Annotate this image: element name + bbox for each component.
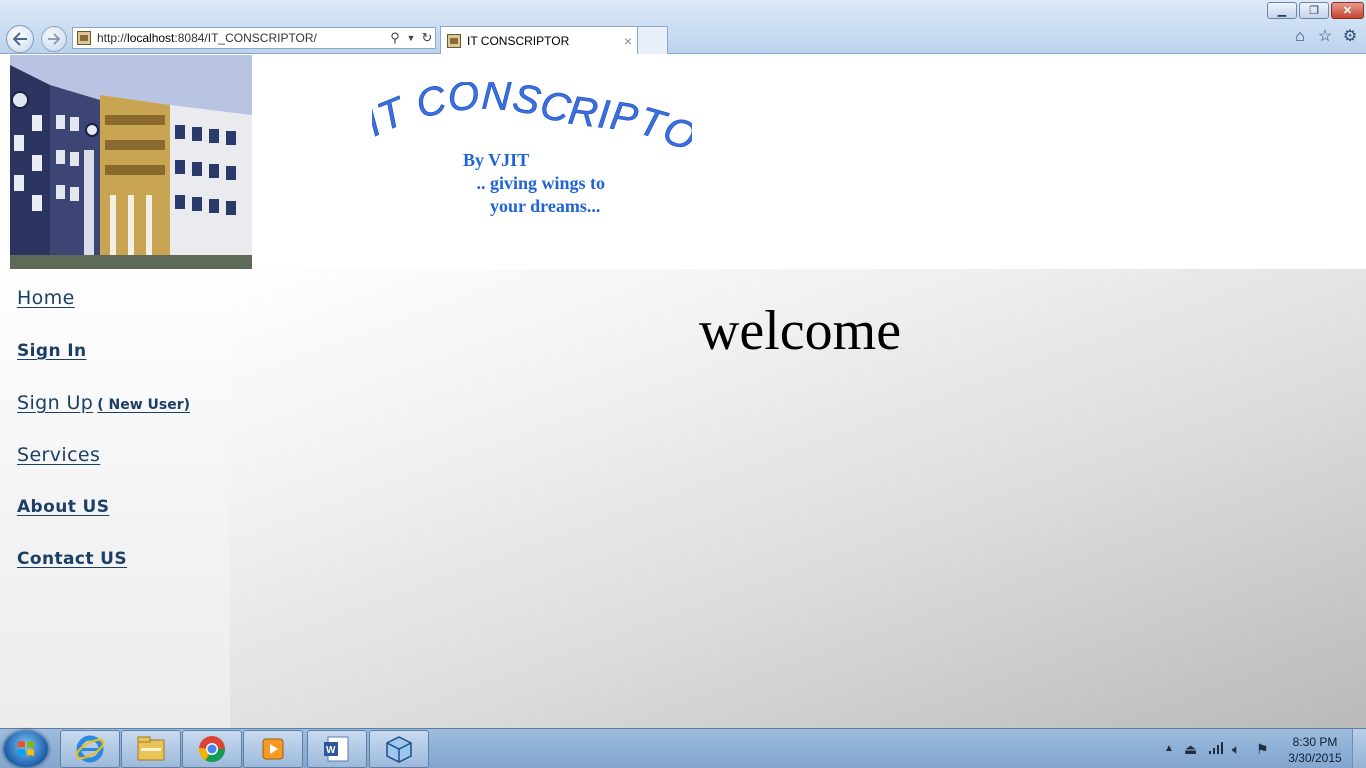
welcome-heading: welcome	[698, 300, 902, 362]
tab-title: IT CONSCRIPTOR	[467, 33, 570, 48]
sidebar-nav: Home Sign In Sign Up( New User) Services…	[0, 269, 230, 728]
favorites-star-icon[interactable]: ☆	[1316, 28, 1334, 46]
back-arrow-icon	[12, 32, 27, 46]
taskbar-clock[interactable]: 8:30 PM 3/30/2015	[1280, 734, 1350, 766]
address-url[interactable]: http://localhost:8084/IT_CONSCRIPTOR/	[97, 31, 387, 45]
media-player-icon	[262, 738, 284, 760]
nav-link-sign-up[interactable]: Sign Up	[17, 392, 93, 414]
site-header: IT CONSCRIPTOR By VJIT .. giving wings t…	[0, 54, 1366, 269]
address-bar[interactable]: http://localhost:8084/IT_CONSCRIPTOR/ ⚲ …	[72, 27, 436, 49]
college-building-image	[10, 55, 252, 269]
main-content: welcome	[230, 269, 1366, 728]
network-signal-icon[interactable]	[1208, 741, 1224, 758]
virtualbox-icon	[386, 736, 412, 763]
gear-icon[interactable]: ⚙	[1341, 28, 1359, 46]
show-hidden-icons-icon[interactable]: ▲	[1164, 743, 1174, 754]
svg-text:W: W	[326, 745, 336, 756]
usb-device-icon[interactable]: ⏏	[1184, 741, 1197, 758]
nav-link-sign-in[interactable]: Sign In	[17, 341, 87, 361]
web-page: IT CONSCRIPTOR By VJIT .. giving wings t…	[0, 54, 1366, 728]
windows-taskbar: W ▲ ⏏ 🔈︎ ⚑ 8:30 PM 3/30/2015	[0, 728, 1366, 768]
taskbar-file-explorer[interactable]	[121, 730, 181, 768]
windows-logo-icon	[18, 741, 34, 756]
show-desktop-button[interactable]	[1352, 729, 1366, 768]
site-tagline: By VJIT .. giving wings to your dreams..…	[463, 149, 605, 218]
nav-link-services[interactable]: Services	[17, 444, 100, 466]
internet-explorer-icon	[75, 735, 105, 763]
taskbar-word[interactable]: W	[307, 730, 367, 768]
nav-link-contact-us[interactable]: Contact US	[17, 549, 127, 569]
minimize-button[interactable]: ▁	[1267, 2, 1297, 19]
close-window-button[interactable]: ✕	[1331, 2, 1364, 19]
taskbar-media-player[interactable]	[243, 730, 303, 768]
tab-it-conscriptor[interactable]: IT CONSCRIPTOR ×	[440, 26, 638, 54]
tagline-line-3: your dreams...	[463, 196, 601, 216]
action-center-flag-icon[interactable]: ⚑	[1256, 741, 1269, 758]
nav-link-about-us[interactable]: About US	[17, 497, 109, 517]
forward-button[interactable]	[41, 26, 67, 52]
browser-chrome: ▁ ❐ ✕ http://localhost:8084/IT_CONSCRIPT…	[0, 0, 1366, 54]
tab-favicon	[447, 33, 461, 48]
taskbar-internet-explorer[interactable]	[60, 730, 120, 768]
chrome-icon	[198, 736, 226, 763]
tagline-line-2: .. giving wings to	[463, 173, 606, 193]
dropdown-arrow-icon[interactable]: ▼	[403, 33, 419, 43]
search-icon[interactable]: ⚲	[387, 30, 403, 46]
back-button[interactable]	[6, 25, 34, 53]
forward-arrow-icon	[47, 33, 61, 45]
new-tab-button[interactable]	[638, 26, 668, 54]
taskbar-virtualbox[interactable]	[369, 730, 429, 768]
volume-icon[interactable]: 🔈︎	[1232, 741, 1240, 758]
home-icon[interactable]: ⌂	[1291, 28, 1309, 46]
page-favicon	[77, 31, 91, 45]
refresh-icon[interactable]: ↻	[419, 30, 435, 46]
start-button[interactable]	[4, 731, 48, 767]
restore-button[interactable]: ❐	[1299, 2, 1329, 19]
tab-close-icon[interactable]: ×	[619, 33, 637, 49]
sign-up-note: ( New User)	[97, 397, 191, 413]
clock-date: 3/30/2015	[1288, 751, 1342, 765]
clock-time: 8:30 PM	[1292, 735, 1338, 749]
word-icon: W	[324, 736, 349, 762]
nav-link-home[interactable]: Home	[17, 287, 75, 309]
nav-link-sign-up-row: Sign Up( New User)	[17, 392, 190, 414]
taskbar-chrome[interactable]	[182, 730, 242, 768]
tagline-line-1: By VJIT	[463, 150, 530, 170]
file-explorer-icon	[137, 736, 165, 761]
